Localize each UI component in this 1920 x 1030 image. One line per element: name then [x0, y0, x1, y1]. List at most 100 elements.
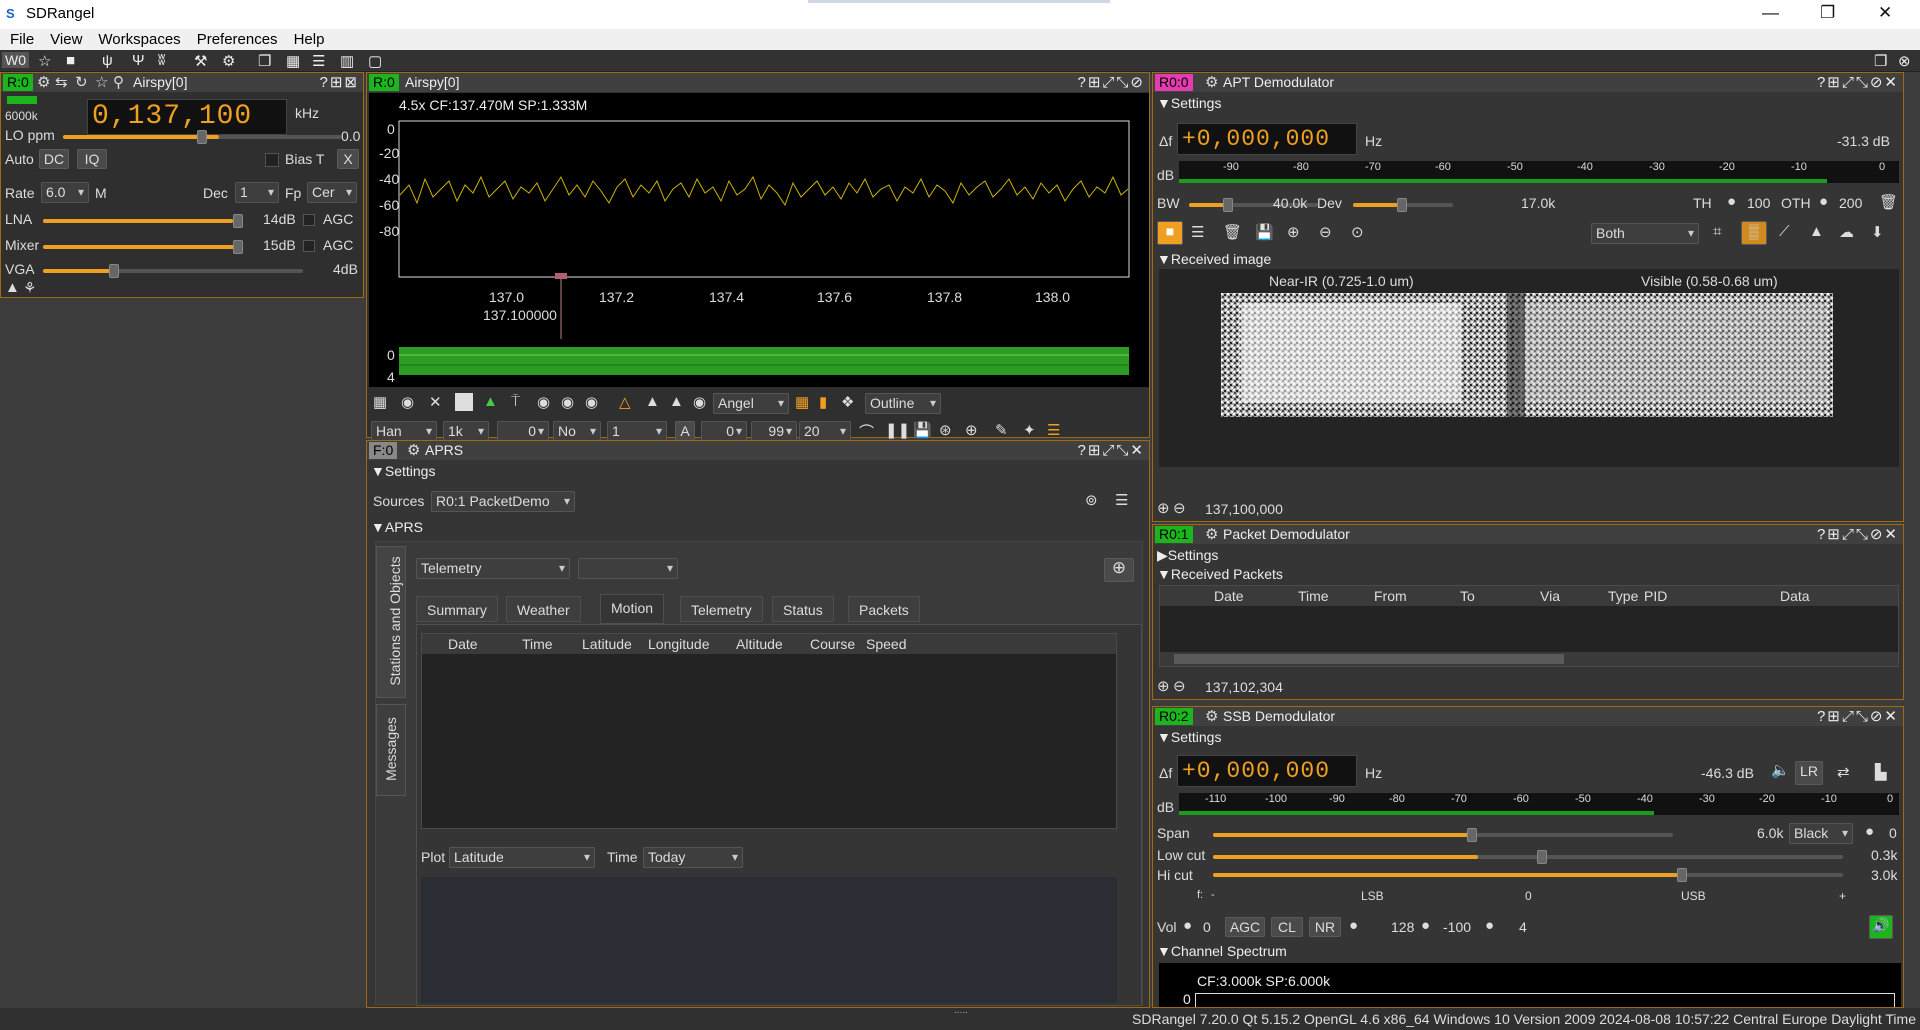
hold-icon[interactable]: ⍑: [511, 393, 520, 410]
zoom-in-icon[interactable]: ⊕: [1287, 223, 1300, 241]
texture-button[interactable]: ▒: [1741, 221, 1767, 245]
avg-select[interactable]: 1: [607, 421, 667, 442]
dial-icon[interactable]: ◉: [561, 393, 574, 411]
column-header[interactable]: Longitude: [648, 636, 710, 652]
packet-window-controls[interactable]: ?⊞⤢⤡⊘✕: [1817, 525, 1899, 543]
station-select[interactable]: [578, 558, 678, 579]
antenna-icon[interactable]: ⊚: [1085, 491, 1098, 509]
tab-status[interactable]: Status: [772, 596, 834, 622]
zoom-out-icon[interactable]: ⊖: [1319, 223, 1332, 241]
apt-window-controls[interactable]: ?⊞⤢⤡⊘✕: [1817, 73, 1899, 91]
column-header[interactable]: Type: [1608, 588, 1638, 604]
range-spin[interactable]: 99: [751, 421, 797, 442]
column-header[interactable]: Time: [522, 636, 553, 652]
settings-section[interactable]: ▼Settings: [371, 463, 435, 479]
tab-summary[interactable]: Summary: [416, 596, 498, 622]
save-icon[interactable]: 💾: [913, 421, 932, 439]
apt-image-area[interactable]: Near-IR (0.725-1.0 um) Visible (0.58-0.6…: [1159, 269, 1899, 467]
ssb-settings-section[interactable]: ▼Settings: [1157, 729, 1221, 745]
link-icon[interactable]: ⊖: [1173, 499, 1186, 517]
hi-cut-slider[interactable]: [1213, 868, 1843, 882]
triangle-icon[interactable]: ▲: [645, 393, 660, 410]
ref-spin[interactable]: 0: [701, 421, 747, 442]
column-header[interactable]: To: [1460, 588, 1475, 604]
x-button[interactable]: X: [337, 149, 359, 169]
overlap-spin[interactable]: 0: [497, 421, 549, 442]
start-button[interactable]: ■: [1157, 221, 1183, 245]
tab-stations[interactable]: Stations and Objects: [376, 546, 406, 698]
crosshair-icon[interactable]: ⊕: [965, 421, 978, 439]
threshold-dial-icon[interactable]: ●: [1421, 917, 1430, 934]
cascade-icon[interactable]: ❐: [258, 52, 271, 70]
frequency-dial[interactable]: 0,137,100: [87, 99, 287, 135]
list-icon[interactable]: ☰: [1191, 223, 1204, 241]
triangle-icon[interactable]: △: [619, 393, 631, 411]
ruler-icon[interactable]: ✎: [995, 421, 1008, 439]
curve-icon[interactable]: ⌒: [859, 421, 874, 442]
agc-button[interactable]: AGC: [1225, 917, 1265, 937]
vga-slider[interactable]: [43, 264, 303, 278]
mixer-agc-checkbox[interactable]: [303, 240, 315, 252]
waterfall-icon[interactable]: ▦: [795, 393, 809, 411]
close-workspace-icon[interactable]: ⊗: [1898, 52, 1911, 70]
mixer-slider[interactable]: [43, 240, 243, 254]
color-select[interactable]: Black: [1789, 823, 1853, 844]
iq-button[interactable]: IQ: [77, 149, 107, 169]
lr-button[interactable]: LR: [1795, 761, 1823, 785]
decimation-select[interactable]: 1: [235, 182, 279, 203]
bias-t-checkbox[interactable]: [265, 153, 279, 167]
plot-select[interactable]: Latitude: [449, 847, 595, 868]
dial-icon[interactable]: ◉: [693, 393, 706, 411]
scrollbar-thumb[interactable]: [1174, 654, 1564, 664]
window-icon[interactable]: ▢: [368, 52, 382, 70]
workspace-button[interactable]: W0: [2, 52, 29, 68]
grid-icon[interactable]: ▦: [373, 393, 387, 411]
fp-select[interactable]: Cer: [307, 182, 357, 203]
triangle-icon[interactable]: ▲: [1809, 223, 1824, 240]
palette-select[interactable]: Angel: [713, 393, 789, 414]
menu-file[interactable]: File: [0, 29, 40, 48]
spectrum-display[interactable]: 4.5x CF:137.470M SP:1.333M 0 -20 -40 -60…: [369, 93, 1149, 387]
antenna-icon[interactable]: ⚲: [113, 73, 124, 91]
telemetry-select[interactable]: Telemetry: [416, 558, 570, 579]
column-header[interactable]: Via: [1540, 588, 1560, 604]
pause-icon[interactable]: ❚❚: [885, 421, 910, 439]
tab-packets[interactable]: Packets: [848, 596, 920, 622]
swap-icon[interactable]: ⇆: [55, 73, 68, 91]
save-icon[interactable]: 💾: [1255, 223, 1274, 241]
reload-icon[interactable]: ↻: [75, 73, 88, 91]
low-cut-slider[interactable]: [1213, 850, 1843, 864]
trash-icon[interactable]: 🗑: [1879, 193, 1898, 211]
star-icon[interactable]: ☆: [38, 52, 51, 70]
avg-mode-select[interactable]: No: [553, 421, 601, 442]
vol-dial-icon[interactable]: ●: [1183, 917, 1192, 934]
star-icon[interactable]: ☆: [95, 73, 108, 91]
tab-motion[interactable]: Motion: [600, 594, 665, 624]
received-image-section[interactable]: ▼Received image: [1157, 251, 1271, 267]
columns-icon[interactable]: ▥: [340, 52, 354, 70]
menu-icon[interactable]: ☰: [1115, 491, 1128, 509]
auto-button[interactable]: A: [675, 421, 695, 441]
menu-help[interactable]: Help: [284, 29, 331, 48]
close-icon[interactable]: ✕: [1878, 3, 1892, 23]
column-header[interactable]: From: [1374, 588, 1407, 604]
peak-icon[interactable]: ▲: [483, 393, 498, 410]
speaker-icon[interactable]: 🔈: [1771, 761, 1790, 779]
packet-settings-section[interactable]: ▶Settings: [1157, 547, 1218, 564]
dev-slider[interactable]: [1353, 198, 1453, 212]
dc-button[interactable]: DC: [39, 149, 69, 169]
color-swatch[interactable]: [455, 393, 473, 411]
tools-icon[interactable]: ⚙: [222, 52, 235, 70]
wand-icon[interactable]: ✦: [1023, 421, 1036, 439]
ssb-window-controls[interactable]: ?⊞⤢⤡⊘✕: [1817, 707, 1899, 725]
settings-icon[interactable]: ⚙: [407, 441, 420, 459]
aprs-section[interactable]: ▼APRS: [371, 519, 423, 535]
oth-dial-icon[interactable]: ●: [1819, 193, 1828, 210]
tab-messages[interactable]: Messages: [376, 704, 406, 796]
tx-antenna-icon[interactable]: Ψ: [132, 52, 145, 69]
splitter-handle[interactable]: .....: [954, 1005, 968, 1016]
apt-freq-offset[interactable]: +0,000,000: [1177, 123, 1357, 155]
time-select[interactable]: Today: [643, 847, 743, 868]
mimo-antenna-icon[interactable]: ʬ: [158, 52, 165, 69]
spectrum-window-controls[interactable]: ?⊞⤢⤡⊘: [1078, 73, 1145, 91]
